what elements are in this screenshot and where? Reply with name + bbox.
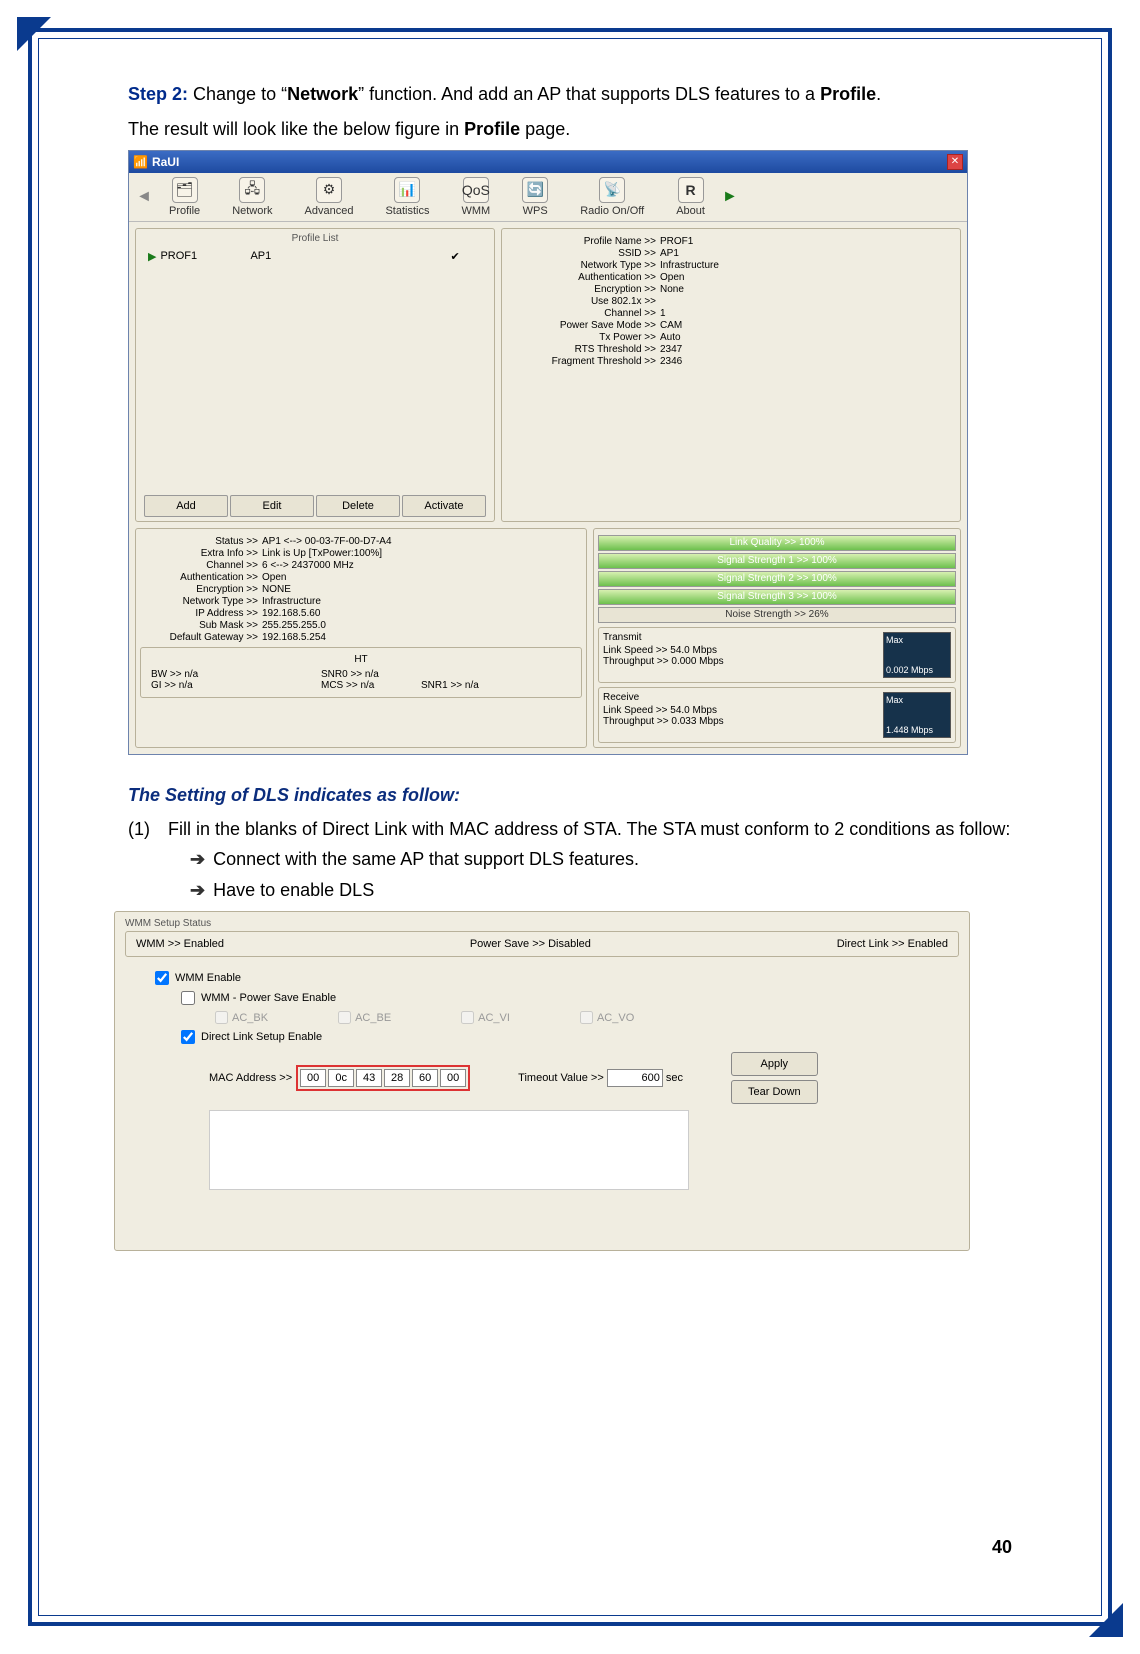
tab-advanced[interactable]: ⚙Advanced bbox=[289, 177, 370, 217]
close-icon[interactable]: ✕ bbox=[947, 154, 963, 170]
profile-list-panel: Profile List ▶ PROF1 AP1 ✔ Add Edit Dele… bbox=[135, 228, 495, 522]
dls-table bbox=[209, 1110, 689, 1190]
delete-button[interactable]: Delete bbox=[316, 495, 400, 517]
timeout-input[interactable] bbox=[607, 1069, 663, 1087]
raui-window: 📶 RaUI ✕ ◄ 🗂Profile 🖧Network ⚙Advanced 📊… bbox=[128, 150, 968, 755]
nav-prev-icon[interactable]: ◄ bbox=[135, 180, 153, 214]
raui-titlebar: 📶 RaUI ✕ bbox=[129, 151, 967, 173]
tab-about[interactable]: RAbout bbox=[660, 177, 721, 217]
tab-network[interactable]: 🖧Network bbox=[216, 177, 288, 217]
signal1-bar: Signal Strength 1 >> 100% bbox=[598, 553, 956, 569]
tab-wmm[interactable]: QoSWMM bbox=[445, 177, 506, 217]
dls-heading: The Setting of DLS indicates as follow: bbox=[128, 785, 1012, 806]
mac-3[interactable] bbox=[384, 1069, 410, 1087]
timeout-group: Timeout Value >> sec bbox=[518, 1069, 683, 1087]
mac-1[interactable] bbox=[328, 1069, 354, 1087]
signal-panel: Link Quality >> 100% Signal Strength 1 >… bbox=[593, 528, 961, 748]
rx-graph: Max1.448 Mbps bbox=[883, 692, 951, 738]
profile-row[interactable]: ▶ PROF1 AP1 ✔ bbox=[144, 248, 486, 265]
mac-5[interactable] bbox=[440, 1069, 466, 1087]
mac-4[interactable] bbox=[412, 1069, 438, 1087]
nav-next-icon[interactable]: ► bbox=[721, 180, 739, 214]
tab-statistics[interactable]: 📊Statistics bbox=[369, 177, 445, 217]
tab-profile[interactable]: 🗂Profile bbox=[153, 177, 216, 217]
mac-address-inputs bbox=[296, 1065, 470, 1091]
ac-bk[interactable]: AC_BK bbox=[215, 1011, 268, 1024]
raui-title-text: 📶 RaUI bbox=[133, 155, 179, 169]
profile-details-panel: Profile Name >>PROF1 SSID >>AP1 Network … bbox=[501, 228, 961, 522]
arrow-icon: ➔ bbox=[190, 844, 205, 875]
dls-sub1: ➔Connect with the same AP that support D… bbox=[190, 844, 1012, 875]
wmm-panel: WMM Setup Status WMM >> Enabled Power Sa… bbox=[114, 911, 970, 1251]
ht-panel: HT BW >> n/aSNR0 >> n/a GI >> n/aMCS >> … bbox=[140, 647, 582, 698]
link-status-panel: Status >>AP1 <--> 00-03-7F-00-D7-A4 Extr… bbox=[135, 528, 587, 748]
activate-button[interactable]: Activate bbox=[402, 495, 486, 517]
arrow-icon: ➔ bbox=[190, 875, 205, 906]
tx-graph: Max0.002 Mbps bbox=[883, 632, 951, 678]
signal2-bar: Signal Strength 2 >> 100% bbox=[598, 571, 956, 587]
wmm-enable-checkbox[interactable]: WMM Enable bbox=[155, 971, 959, 985]
wmm-status-row: WMM >> Enabled Power Save >> Disabled Di… bbox=[125, 931, 959, 957]
tab-radio[interactable]: 📡Radio On/Off bbox=[564, 177, 660, 217]
add-button[interactable]: Add bbox=[144, 495, 228, 517]
mac-2[interactable] bbox=[356, 1069, 382, 1087]
link-quality-bar: Link Quality >> 100% bbox=[598, 535, 956, 551]
dls-item-1: (1) Fill in the blanks of Direct Link wi… bbox=[128, 814, 1012, 845]
ac-vi[interactable]: AC_VI bbox=[461, 1011, 510, 1024]
page-number: 40 bbox=[992, 1537, 1012, 1558]
teardown-button[interactable]: Tear Down bbox=[731, 1080, 818, 1104]
dls-sub2: ➔Have to enable DLS bbox=[190, 875, 1012, 906]
raui-toolbar: ◄ 🗂Profile 🖧Network ⚙Advanced 📊Statistic… bbox=[129, 173, 967, 222]
wmm-ps-checkbox[interactable]: WMM - Power Save Enable bbox=[181, 991, 959, 1005]
ac-be[interactable]: AC_BE bbox=[338, 1011, 391, 1024]
dls-enable-checkbox[interactable]: Direct Link Setup Enable bbox=[181, 1030, 959, 1044]
mac-0[interactable] bbox=[300, 1069, 326, 1087]
edit-button[interactable]: Edit bbox=[230, 495, 314, 517]
ac-vo[interactable]: AC_VO bbox=[580, 1011, 634, 1024]
step2-line1: Step 2: Change to “Network” function. An… bbox=[128, 80, 1012, 109]
signal3-bar: Signal Strength 3 >> 100% bbox=[598, 589, 956, 605]
signal-icon: ✔ bbox=[450, 250, 459, 263]
receive-panel: Receive Link Speed >> 54.0 Mbps Throughp… bbox=[598, 687, 956, 743]
transmit-panel: Transmit Link Speed >> 54.0 Mbps Through… bbox=[598, 627, 956, 683]
tab-wps[interactable]: 🔄WPS bbox=[506, 177, 564, 217]
ac-options: AC_BK AC_BE AC_VI AC_VO bbox=[215, 1011, 959, 1024]
active-marker-icon: ▶ bbox=[148, 250, 156, 263]
apply-button[interactable]: Apply bbox=[731, 1052, 818, 1076]
step2-line2: The result will look like the below figu… bbox=[128, 115, 1012, 144]
mac-label: MAC Address >> bbox=[209, 1072, 292, 1084]
noise-bar: Noise Strength >> 26% bbox=[598, 607, 956, 623]
